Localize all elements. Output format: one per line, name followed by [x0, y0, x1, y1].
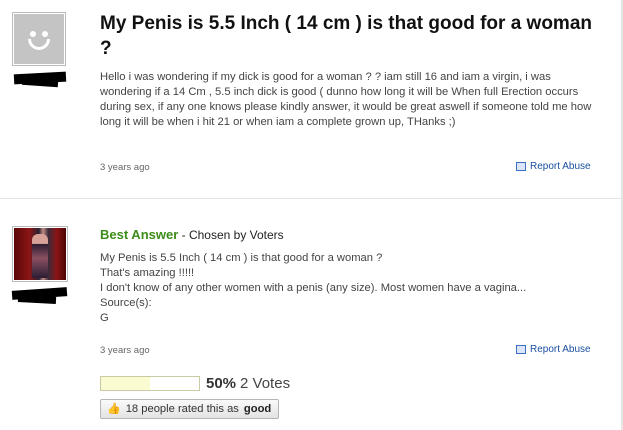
default-user-icon	[14, 14, 64, 64]
rated-value: good	[243, 403, 272, 415]
answer-body: My Penis is 5.5 Inch ( 14 cm ) is that g…	[100, 251, 610, 326]
vote-percent: 50%	[206, 375, 237, 392]
report-abuse-link-answer[interactable]: Report Abuse	[516, 344, 591, 355]
report-abuse-link-question[interactable]: Report Abuse	[516, 161, 591, 172]
flag-icon	[516, 345, 526, 354]
best-answer-header: Best Answer - Chosen by Voters	[100, 227, 284, 242]
question-title: My Penis is 5.5 Inch ( 14 cm ) is that g…	[100, 13, 592, 59]
vote-progress-bar	[100, 376, 200, 391]
answerer-photo	[14, 228, 66, 280]
answerer-name-redaction-2	[17, 295, 57, 304]
rated-count-text: 18 people rated this as	[125, 403, 239, 415]
asker-avatar[interactable]	[12, 12, 66, 66]
rated-good-button[interactable]: 👍 18 people rated this as good	[100, 399, 280, 419]
chosen-by-label: - Chosen by Voters	[178, 228, 284, 242]
answer-line: That's amazing !!!!!	[100, 267, 195, 279]
answer-timestamp: 3 years ago	[100, 345, 150, 356]
thumbs-up-icon: 👍	[107, 402, 121, 415]
vote-progress-fill	[101, 377, 150, 390]
question-body: Hello i was wondering if my dick is good…	[100, 71, 592, 128]
asker-name-redaction-2	[21, 78, 59, 88]
source-label: Source(s):	[100, 297, 152, 309]
best-answer-badge: Best Answer	[100, 227, 179, 242]
answer-line: My Penis is 5.5 Inch ( 14 cm ) is that g…	[100, 252, 383, 264]
vote-count: 2 Votes	[240, 375, 291, 392]
section-divider	[0, 198, 621, 199]
report-abuse-label: Report Abuse	[530, 161, 591, 172]
question-timestamp: 3 years ago	[100, 162, 150, 173]
flag-icon	[516, 162, 526, 171]
answerer-avatar[interactable]	[12, 226, 68, 282]
answer-line: I don't know of any other women with a p…	[100, 282, 527, 294]
vote-summary: 50% 2 Votes	[100, 375, 290, 392]
report-abuse-label: Report Abuse	[530, 344, 591, 355]
source-value: G	[100, 312, 109, 324]
